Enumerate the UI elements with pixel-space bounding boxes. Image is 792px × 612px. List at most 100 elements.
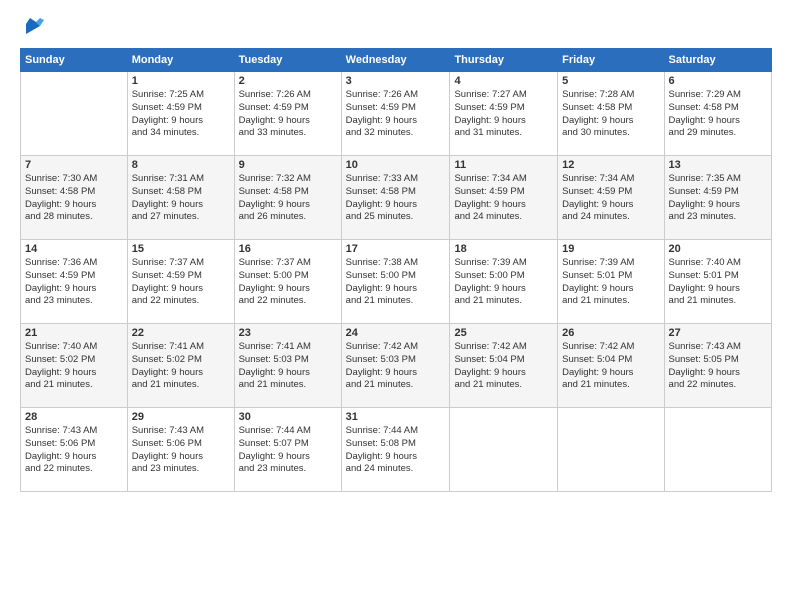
calendar-cell: 10Sunrise: 7:33 AM Sunset: 4:58 PM Dayli… [341, 156, 450, 240]
day-number: 2 [239, 75, 337, 87]
day-info: Sunrise: 7:26 AM Sunset: 4:59 PM Dayligh… [239, 89, 337, 140]
day-info: Sunrise: 7:26 AM Sunset: 4:59 PM Dayligh… [346, 89, 446, 140]
day-info: Sunrise: 7:44 AM Sunset: 5:08 PM Dayligh… [346, 425, 446, 476]
day-info: Sunrise: 7:42 AM Sunset: 5:04 PM Dayligh… [454, 341, 553, 392]
day-number: 3 [346, 75, 446, 87]
day-info: Sunrise: 7:30 AM Sunset: 4:58 PM Dayligh… [25, 173, 123, 224]
day-info: Sunrise: 7:37 AM Sunset: 5:00 PM Dayligh… [239, 257, 337, 308]
calendar-cell: 30Sunrise: 7:44 AM Sunset: 5:07 PM Dayli… [234, 408, 341, 492]
calendar-cell: 20 Sunrise: 7:40 AM Sunset: 5:01 PM Dayli… [664, 240, 771, 324]
calendar-cell: 23 Sunrise: 7:41 AM Sunset: 5:03 PM Dayli… [234, 324, 341, 408]
calendar-table: SundayMondayTuesdayWednesdayThursdayFrid… [20, 48, 772, 492]
weekday-header-tuesday: Tuesday [234, 49, 341, 72]
calendar-cell: 18 Sunrise: 7:39 AM Sunset: 5:00 PM Dayli… [450, 240, 558, 324]
day-number: 12 [562, 159, 659, 171]
day-number: 22 [132, 327, 230, 339]
day-info: Sunrise: 7:38 AM Sunset: 5:00 PM Dayligh… [346, 257, 446, 308]
calendar-cell: 31 Sunrise: 7:44 AM Sunset: 5:08 PM Dayli… [341, 408, 450, 492]
day-number: 30 [239, 411, 337, 423]
calendar-cell [664, 408, 771, 492]
calendar-cell: 9 Sunrise: 7:32 AM Sunset: 4:58 PM Daylig… [234, 156, 341, 240]
calendar-cell: 3 Sunrise: 7:26 AM Sunset: 4:59 PM Daylig… [341, 72, 450, 156]
calendar-week-4: 21Sunrise: 7:40 AM Sunset: 5:02 PM Dayli… [21, 324, 772, 408]
calendar-cell: 19 Sunrise: 7:39 AM Sunset: 5:01 PM Dayli… [558, 240, 664, 324]
calendar-cell [450, 408, 558, 492]
calendar-cell [21, 72, 128, 156]
calendar-cell: 13 Sunrise: 7:35 AM Sunset: 4:59 PM Dayli… [664, 156, 771, 240]
day-number: 18 [454, 243, 553, 255]
day-number: 14 [25, 243, 123, 255]
calendar-cell: 8 Sunrise: 7:31 AM Sunset: 4:58 PM Daylig… [127, 156, 234, 240]
day-number: 5 [562, 75, 659, 87]
weekday-header-thursday: Thursday [450, 49, 558, 72]
calendar-cell: 15Sunrise: 7:37 AM Sunset: 4:59 PM Dayli… [127, 240, 234, 324]
day-number: 23 [239, 327, 337, 339]
logo [20, 16, 44, 38]
calendar-cell: 7 Sunrise: 7:30 AM Sunset: 4:58 PM Daylig… [21, 156, 128, 240]
calendar-cell: 29 Sunrise: 7:43 AM Sunset: 5:06 PM Dayli… [127, 408, 234, 492]
calendar-cell: 25Sunrise: 7:42 AM Sunset: 5:04 PM Dayli… [450, 324, 558, 408]
day-info: Sunrise: 7:39 AM Sunset: 5:00 PM Dayligh… [454, 257, 553, 308]
calendar-cell: 17 Sunrise: 7:38 AM Sunset: 5:00 PM Dayli… [341, 240, 450, 324]
day-number: 15 [132, 243, 230, 255]
calendar-cell: 22Sunrise: 7:41 AM Sunset: 5:02 PM Dayli… [127, 324, 234, 408]
day-info: Sunrise: 7:35 AM Sunset: 4:59 PM Dayligh… [669, 173, 767, 224]
calendar-cell: 1 Sunrise: 7:25 AM Sunset: 4:59 PM Daylig… [127, 72, 234, 156]
weekday-header-row: SundayMondayTuesdayWednesdayThursdayFrid… [21, 49, 772, 72]
day-number: 1 [132, 75, 230, 87]
day-number: 29 [132, 411, 230, 423]
day-info: Sunrise: 7:29 AM Sunset: 4:58 PM Dayligh… [669, 89, 767, 140]
weekday-header-wednesday: Wednesday [341, 49, 450, 72]
calendar-cell: 14 Sunrise: 7:36 AM Sunset: 4:59 PM Dayli… [21, 240, 128, 324]
day-number: 27 [669, 327, 767, 339]
calendar-week-5: 28 Sunrise: 7:43 AM Sunset: 5:06 PM Dayli… [21, 408, 772, 492]
calendar-cell: 21Sunrise: 7:40 AM Sunset: 5:02 PM Dayli… [21, 324, 128, 408]
calendar-page: SundayMondayTuesdayWednesdayThursdayFrid… [0, 0, 792, 612]
day-number: 31 [346, 411, 446, 423]
calendar-cell: 26 Sunrise: 7:42 AM Sunset: 5:04 PM Dayli… [558, 324, 664, 408]
day-number: 26 [562, 327, 659, 339]
day-info: Sunrise: 7:41 AM Sunset: 5:03 PM Dayligh… [239, 341, 337, 392]
day-info: Sunrise: 7:32 AM Sunset: 4:58 PM Dayligh… [239, 173, 337, 224]
calendar-week-3: 14 Sunrise: 7:36 AM Sunset: 4:59 PM Dayli… [21, 240, 772, 324]
day-info: Sunrise: 7:40 AM Sunset: 5:01 PM Dayligh… [669, 257, 767, 308]
day-number: 4 [454, 75, 553, 87]
day-info: Sunrise: 7:43 AM Sunset: 5:06 PM Dayligh… [25, 425, 123, 476]
day-number: 8 [132, 159, 230, 171]
day-number: 21 [25, 327, 123, 339]
weekday-header-saturday: Saturday [664, 49, 771, 72]
day-info: Sunrise: 7:43 AM Sunset: 5:05 PM Dayligh… [669, 341, 767, 392]
day-number: 17 [346, 243, 446, 255]
day-number: 28 [25, 411, 123, 423]
day-info: Sunrise: 7:39 AM Sunset: 5:01 PM Dayligh… [562, 257, 659, 308]
day-number: 9 [239, 159, 337, 171]
calendar-cell: 6 Sunrise: 7:29 AM Sunset: 4:58 PM Daylig… [664, 72, 771, 156]
calendar-cell: 28 Sunrise: 7:43 AM Sunset: 5:06 PM Dayli… [21, 408, 128, 492]
day-info: Sunrise: 7:27 AM Sunset: 4:59 PM Dayligh… [454, 89, 553, 140]
day-number: 16 [239, 243, 337, 255]
day-number: 6 [669, 75, 767, 87]
day-number: 20 [669, 243, 767, 255]
day-number: 11 [454, 159, 553, 171]
calendar-cell [558, 408, 664, 492]
calendar-cell: 5Sunrise: 7:28 AM Sunset: 4:58 PM Daylig… [558, 72, 664, 156]
day-number: 7 [25, 159, 123, 171]
day-number: 10 [346, 159, 446, 171]
day-info: Sunrise: 7:42 AM Sunset: 5:04 PM Dayligh… [562, 341, 659, 392]
calendar-cell: 27 Sunrise: 7:43 AM Sunset: 5:05 PM Dayli… [664, 324, 771, 408]
calendar-cell: 4 Sunrise: 7:27 AM Sunset: 4:59 PM Daylig… [450, 72, 558, 156]
calendar-cell: 11Sunrise: 7:34 AM Sunset: 4:59 PM Dayli… [450, 156, 558, 240]
header [20, 16, 772, 38]
day-number: 24 [346, 327, 446, 339]
day-info: Sunrise: 7:31 AM Sunset: 4:58 PM Dayligh… [132, 173, 230, 224]
calendar-cell: 2 Sunrise: 7:26 AM Sunset: 4:59 PM Daylig… [234, 72, 341, 156]
day-number: 19 [562, 243, 659, 255]
day-info: Sunrise: 7:43 AM Sunset: 5:06 PM Dayligh… [132, 425, 230, 476]
day-info: Sunrise: 7:36 AM Sunset: 4:59 PM Dayligh… [25, 257, 123, 308]
day-info: Sunrise: 7:25 AM Sunset: 4:59 PM Dayligh… [132, 89, 230, 140]
day-info: Sunrise: 7:34 AM Sunset: 4:59 PM Dayligh… [562, 173, 659, 224]
weekday-header-friday: Friday [558, 49, 664, 72]
day-number: 13 [669, 159, 767, 171]
calendar-week-1: 1 Sunrise: 7:25 AM Sunset: 4:59 PM Daylig… [21, 72, 772, 156]
logo-icon [22, 16, 44, 38]
